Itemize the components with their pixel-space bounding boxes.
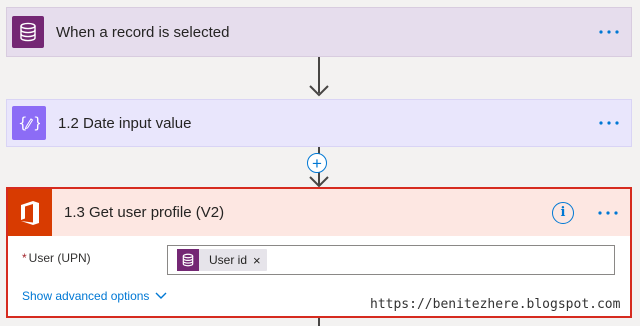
- office-icon: [8, 189, 52, 236]
- compose-card-title: 1.2 Date input value: [58, 114, 192, 132]
- svg-text:}: }: [33, 114, 40, 132]
- remove-token-icon[interactable]: ×: [253, 253, 261, 268]
- dynamic-content-token-user-id[interactable]: User id ×: [177, 249, 267, 271]
- get-user-profile-title: 1.3 Get user profile (V2): [64, 204, 225, 221]
- token-label: User id: [209, 253, 248, 267]
- user-upn-field-label: * User (UPN): [22, 251, 91, 265]
- connector-line: [318, 318, 320, 326]
- required-marker: *: [22, 251, 27, 265]
- info-icon[interactable]: i: [552, 201, 574, 224]
- user-upn-input[interactable]: User id ×: [167, 245, 615, 275]
- chevron-down-icon: [155, 292, 167, 299]
- database-icon: [12, 16, 44, 48]
- connector-arrow-icon: [309, 85, 329, 97]
- compose-icon: { }: [12, 106, 46, 140]
- show-advanced-options-label: Show advanced options: [22, 289, 150, 303]
- trigger-card-title: When a record is selected: [56, 23, 230, 41]
- compose-card-date-input[interactable]: { } 1.2 Date input value: [6, 99, 632, 147]
- show-advanced-options-link[interactable]: Show advanced options: [22, 289, 167, 303]
- more-options-icon[interactable]: [587, 101, 631, 145]
- insert-step-plus-icon[interactable]: +: [307, 153, 327, 173]
- more-options-icon[interactable]: [586, 191, 630, 235]
- get-user-profile-header[interactable]: 1.3 Get user profile (V2) i: [8, 189, 630, 236]
- svg-text:{: {: [18, 114, 28, 132]
- blog-watermark: https://benitezhere.blogspot.com: [370, 297, 621, 312]
- user-upn-label: User (UPN): [28, 251, 91, 265]
- database-icon: [177, 249, 199, 271]
- compose-card-header[interactable]: { } 1.2 Date input value: [7, 100, 631, 146]
- trigger-card-when-record-selected[interactable]: When a record is selected: [6, 7, 632, 57]
- more-options-icon[interactable]: [587, 10, 631, 54]
- trigger-card-header[interactable]: When a record is selected: [7, 8, 631, 56]
